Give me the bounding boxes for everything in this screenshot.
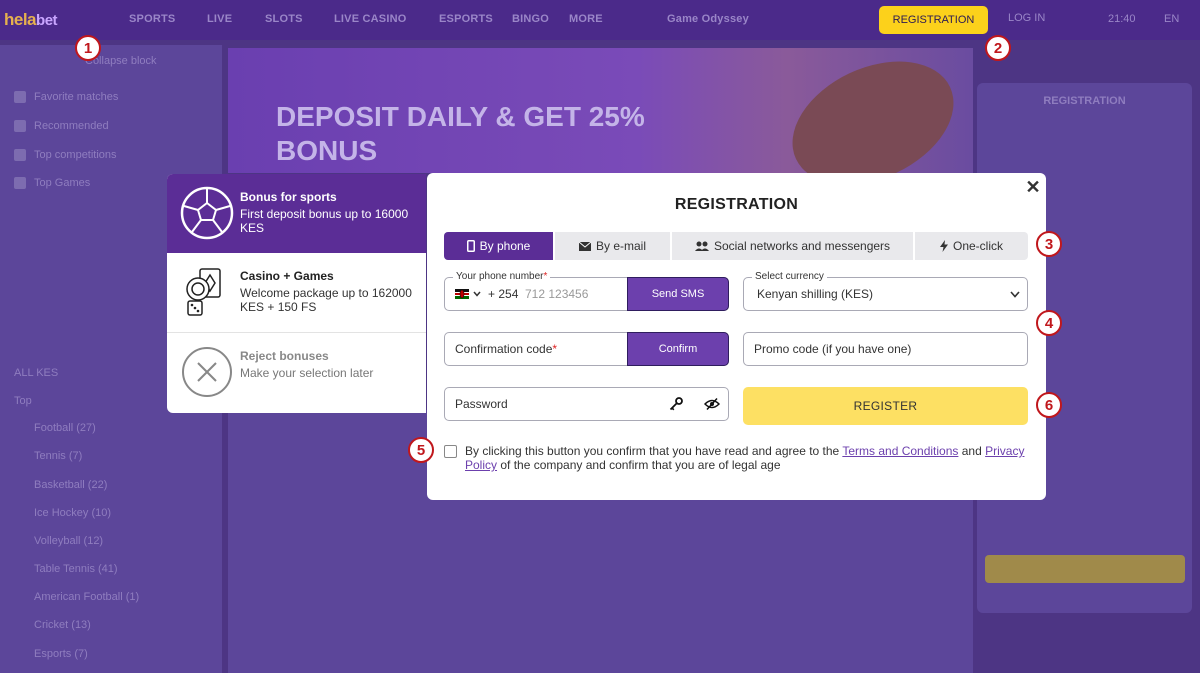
right-panel-register-button[interactable] bbox=[985, 555, 1185, 583]
callout-2: 2 bbox=[985, 35, 1011, 61]
eye-slash-icon[interactable] bbox=[704, 398, 720, 410]
promo-code-field[interactable]: Promo code (if you have one) bbox=[743, 332, 1028, 366]
registration-tabs: By phone By e-mail Social networks and m… bbox=[444, 232, 1028, 260]
sport-volleyball[interactable]: Volleyball (12) bbox=[34, 535, 103, 547]
phone-country-code: + 254 bbox=[488, 287, 519, 301]
password-placeholder: Password bbox=[455, 397, 508, 411]
sport-american-football[interactable]: American Football (1) bbox=[34, 591, 139, 603]
top-label: Top bbox=[14, 395, 32, 407]
bonus-title: Reject bonuses bbox=[240, 349, 329, 363]
sidebar-item-recommended[interactable]: Recommended bbox=[34, 120, 109, 132]
send-sms-button[interactable]: Send SMS bbox=[627, 277, 729, 311]
bonus-title: Casino + Games bbox=[240, 269, 334, 283]
user-icon bbox=[14, 177, 26, 189]
sidebar-item-top-games[interactable]: Top Games bbox=[34, 177, 90, 189]
nav-sports[interactable]: SPORTS bbox=[129, 13, 175, 25]
callout-3: 3 bbox=[1036, 231, 1062, 257]
sidebar-item-top-competitions[interactable]: Top competitions bbox=[34, 149, 117, 161]
top-nav: helabet SPORTS LIVE SLOTS LIVE CASINO ES… bbox=[0, 0, 1200, 40]
sport-table-tennis[interactable]: Table Tennis (41) bbox=[34, 563, 118, 575]
bonus-panel: Bonus for sports First deposit bonus up … bbox=[167, 174, 426, 413]
tab-social-networks[interactable]: Social networks and messengers bbox=[672, 232, 915, 260]
callout-4: 4 bbox=[1036, 310, 1062, 336]
sport-ice-hockey[interactable]: Ice Hockey (10) bbox=[34, 507, 111, 519]
terms-text: By clicking this button you confirm that… bbox=[465, 444, 1025, 472]
football-image bbox=[772, 48, 973, 173]
kenya-flag-icon[interactable] bbox=[455, 289, 469, 299]
tab-by-email[interactable]: By e-mail bbox=[555, 232, 672, 260]
lightning-icon bbox=[939, 240, 948, 252]
bonus-desc: Welcome package up to 162000 KES + 150 F… bbox=[240, 286, 412, 314]
currency-select[interactable]: Select currency Kenyan shilling (KES) bbox=[743, 271, 1028, 311]
key-icon[interactable] bbox=[669, 397, 683, 411]
tab-by-phone[interactable]: By phone bbox=[444, 232, 555, 260]
promo-code-placeholder: Promo code (if you have one) bbox=[754, 342, 912, 356]
sport-esports[interactable]: Esports (7) bbox=[34, 648, 88, 660]
sport-cricket[interactable]: Cricket (13) bbox=[34, 619, 91, 631]
register-button[interactable]: REGISTER bbox=[743, 387, 1028, 425]
callout-5: 5 bbox=[408, 437, 434, 463]
login-button[interactable]: LOG IN bbox=[1008, 12, 1045, 24]
currency-legend: Select currency bbox=[752, 271, 827, 283]
currency-value: Kenyan shilling (KES) bbox=[757, 287, 874, 301]
bonus-desc: Make your selection later bbox=[240, 366, 374, 380]
all-kes-label: ALL KES bbox=[14, 367, 59, 379]
sport-football[interactable]: Football (27) bbox=[34, 422, 96, 434]
terms-checkbox[interactable] bbox=[444, 445, 457, 458]
sport-tennis[interactable]: Tennis (7) bbox=[34, 450, 82, 462]
confirmation-code-label: Confirmation code* bbox=[455, 342, 558, 356]
nav-game-odyssey[interactable]: Game Odyssey bbox=[667, 13, 749, 25]
banner-title: DEPOSIT DAILY & GET 25% BONUS bbox=[276, 101, 645, 166]
callout-6: 6 bbox=[1036, 392, 1062, 418]
promo-banner[interactable]: DEPOSIT DAILY & GET 25% BONUS bbox=[228, 48, 973, 173]
chevron-down-icon bbox=[1010, 291, 1020, 298]
chevron-down-icon[interactable] bbox=[473, 291, 481, 297]
confirmation-code-field[interactable]: Confirmation code* Confirm bbox=[444, 332, 729, 366]
sport-basketball[interactable]: Basketball (22) bbox=[34, 479, 107, 491]
phone-icon bbox=[466, 240, 475, 252]
nav-live[interactable]: LIVE bbox=[207, 13, 232, 25]
envelope-icon bbox=[578, 241, 591, 251]
language-select[interactable]: EN bbox=[1164, 13, 1179, 25]
bonus-title: Bonus for sports bbox=[240, 190, 337, 204]
soccer-ball-icon bbox=[180, 186, 234, 240]
terms-link[interactable]: Terms and Conditions bbox=[842, 444, 958, 458]
logo[interactable]: helabet bbox=[4, 10, 58, 30]
nav-live-casino[interactable]: LIVE CASINO bbox=[334, 13, 407, 25]
modal-title: REGISTRATION bbox=[674, 196, 799, 213]
tab-one-click[interactable]: One-click bbox=[915, 232, 1028, 260]
password-field[interactable]: Password bbox=[444, 387, 729, 421]
close-circle-icon bbox=[182, 347, 232, 397]
phone-legend: Your phone number* bbox=[453, 271, 551, 283]
bonus-desc: First deposit bonus up to 16000 KES bbox=[240, 207, 409, 235]
thumbs-up-icon bbox=[14, 120, 26, 132]
bonus-item-sports[interactable]: Bonus for sports First deposit bonus up … bbox=[167, 174, 426, 253]
close-icon[interactable]: ✕ bbox=[1023, 177, 1043, 197]
nav-bingo[interactable]: BINGO bbox=[512, 13, 549, 25]
phone-number-field[interactable]: Your phone number* + 254 712 123456 Send… bbox=[444, 271, 729, 311]
bonus-item-casino[interactable]: Casino + Games Welcome package up to 162… bbox=[167, 253, 426, 332]
right-panel-title: REGISTRATION bbox=[1043, 95, 1126, 107]
sidebar-item-favorites[interactable]: Favorite matches bbox=[34, 91, 118, 103]
users-icon bbox=[694, 241, 709, 251]
time-display: 21:40 bbox=[1108, 13, 1136, 25]
registration-button-top[interactable]: REGISTRATION bbox=[879, 6, 988, 34]
star-icon bbox=[14, 91, 26, 103]
registration-modal: ✕ REGISTRATION By phone By e-mail Social… bbox=[427, 173, 1046, 500]
nav-slots[interactable]: SLOTS bbox=[265, 13, 303, 25]
bonus-item-reject[interactable]: Reject bonuses Make your selection later bbox=[167, 333, 426, 412]
nav-more[interactable]: MORE bbox=[569, 13, 603, 25]
phone-input[interactable]: 712 123456 bbox=[525, 287, 588, 301]
nav-esports[interactable]: ESPORTS bbox=[439, 13, 493, 25]
confirm-button[interactable]: Confirm bbox=[627, 332, 729, 366]
casino-chips-icon bbox=[186, 268, 221, 316]
callout-1: 1 bbox=[75, 35, 101, 61]
trophy-icon bbox=[14, 149, 26, 161]
